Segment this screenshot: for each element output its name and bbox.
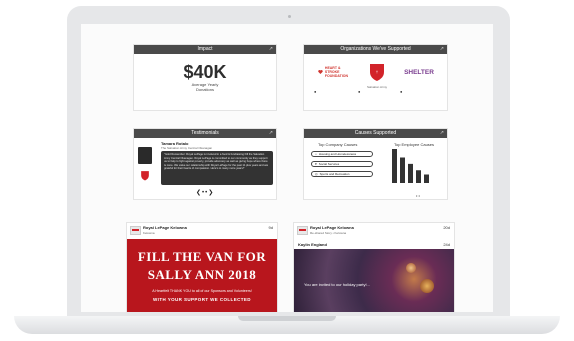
causes-title: Causes Supported [354,130,397,136]
cause-label: Housing and Homelessness [318,152,357,156]
impact-header: Impact ↗ [134,45,276,54]
post-text: You are invited to our holiday party!... [304,282,370,287]
impact-card: Impact ↗ $40K Average Yearly Donations [133,44,277,111]
post-time: 20d [443,225,450,230]
cause-pill-social: ♥ Social Services [311,161,373,167]
organizations-header: Organizations We've Supported ↗ [304,45,447,54]
svg-text:†: † [376,69,378,74]
testimonial-pager: ❮••❯ [196,189,214,196]
post-image: You are invited to our holiday party!... [294,249,454,312]
home-icon: ⌂ [315,152,317,156]
testimonial-role: The Salvation Army Central Okanagan [161,146,213,150]
heart-icon [318,70,323,74]
shared-time: 24d [443,242,450,247]
testimonials-title: Testimonials [191,130,219,136]
causes-card: Causes Supported ↗ Top Company Causes To… [303,128,448,200]
pager-dots-icon: • • [416,193,420,198]
shared-author: Kaylin England [298,242,327,247]
post-location: Re-shared Story • Kelowna [310,231,347,235]
expand-icon[interactable]: ↗ [269,129,273,138]
ornament-icon [420,279,434,293]
causes-header: Causes Supported ↗ [304,129,447,138]
impact-caption: Average Yearly Donations [134,82,276,92]
social-post[interactable]: Royal LePage Kelowna Re-shared Story • K… [293,222,455,312]
screen: Impact ↗ $40K Average Yearly Donations O… [81,24,493,312]
company-causes-heading: Top Company Causes [318,142,358,147]
employee-cause-bar [424,174,429,183]
heart-stroke-logo: HEART & STROKE FOUNDATION [318,60,348,84]
expand-icon[interactable]: ↗ [440,129,444,138]
shelter-logo-text: SHELTER [404,68,434,76]
ball-icon: ◎ [315,172,318,176]
employee-cause-bar [408,163,413,183]
salvation-army-shield-icon [141,171,149,181]
banner-line-2: SALLY ANN 2018 [147,267,257,282]
employee-causes-heading: Top Employee Causes [394,142,435,147]
expand-icon[interactable]: ↗ [440,45,444,54]
employee-cause-bar [392,149,397,183]
banner-line-4: WITH YOUR SUPPORT WE COLLECTED [153,297,251,302]
impact-value: $40K [183,62,227,82]
heart-stroke-text: HEART & STROKE FOUNDATION [325,66,348,78]
employee-causes-chart [392,149,429,183]
royal-lepage-logo [130,226,141,235]
post-time: 9d [268,225,273,230]
post-author: Royal LePage Kelowna [143,225,187,230]
banner-line-1: FILL THE VAN FOR [137,249,267,264]
location-pin-icon: ● [314,89,317,94]
cause-label: Social Services [318,162,340,166]
shield-icon: † [370,64,384,81]
organizations-title: Organizations We've Supported [340,46,411,52]
cause-pill-housing: ⌂ Housing and Homelessness [311,151,373,157]
impact-title: Impact [197,46,213,52]
post-header: Royal LePage Kelowna Re-shared Story • K… [294,223,454,237]
expand-icon[interactable]: ↗ [269,45,273,54]
testimonial-quote: "Gold Remember: Royal LePage is involved… [161,151,273,185]
impact-caption-2: Donations [195,87,214,92]
laptop-notch [238,316,336,321]
organizations-card: Organizations We've Supported ↗ HEART & … [303,44,448,111]
org-shelter[interactable]: SHELTER ● [400,60,434,95]
cause-label: Sports and Recreation [319,172,350,176]
post-header: Royal LePage Kelowna Kelowna 9d [127,223,277,237]
cause-pill-sports: ◎ Sports and Recreation [311,171,373,177]
heart-icon: ♥ [315,162,317,166]
ornament-icon [406,263,416,273]
post-author: Royal LePage Kelowna [310,225,354,230]
next-arrow-icon[interactable]: ❯ [208,190,214,196]
shelter-logo: SHELTER [404,60,434,84]
employee-cause-bar [416,170,421,183]
avatar [138,147,152,164]
org-name: Salvation Army [366,85,387,89]
testimonials-header: Testimonials ↗ [134,129,276,138]
royal-lepage-logo [297,226,308,235]
org-salvation-army[interactable]: † Salvation Army ● [358,60,392,94]
salvation-army-logo: † [362,60,392,84]
post-banner: FILL THE VAN FOR SALLY ANN 2018 A Heartf… [127,239,277,312]
webcam [288,15,291,18]
social-post[interactable]: Royal LePage Kelowna Kelowna 9d FILL THE… [126,222,278,312]
post-location: Kelowna [143,231,155,235]
org-heart-stroke[interactable]: HEART & STROKE FOUNDATION ● [314,60,348,94]
location-pin-icon: ● [400,89,403,94]
banner-line-3: A Heartfelt THANK YOU to all of our Spon… [152,289,252,293]
location-pin-icon: ● [358,89,361,94]
employee-cause-bar [400,157,405,183]
heart-stroke-text-3: FOUNDATION [324,74,348,78]
testimonials-card: Testimonials ↗ Tamara Rotalo The Salvati… [133,128,277,200]
